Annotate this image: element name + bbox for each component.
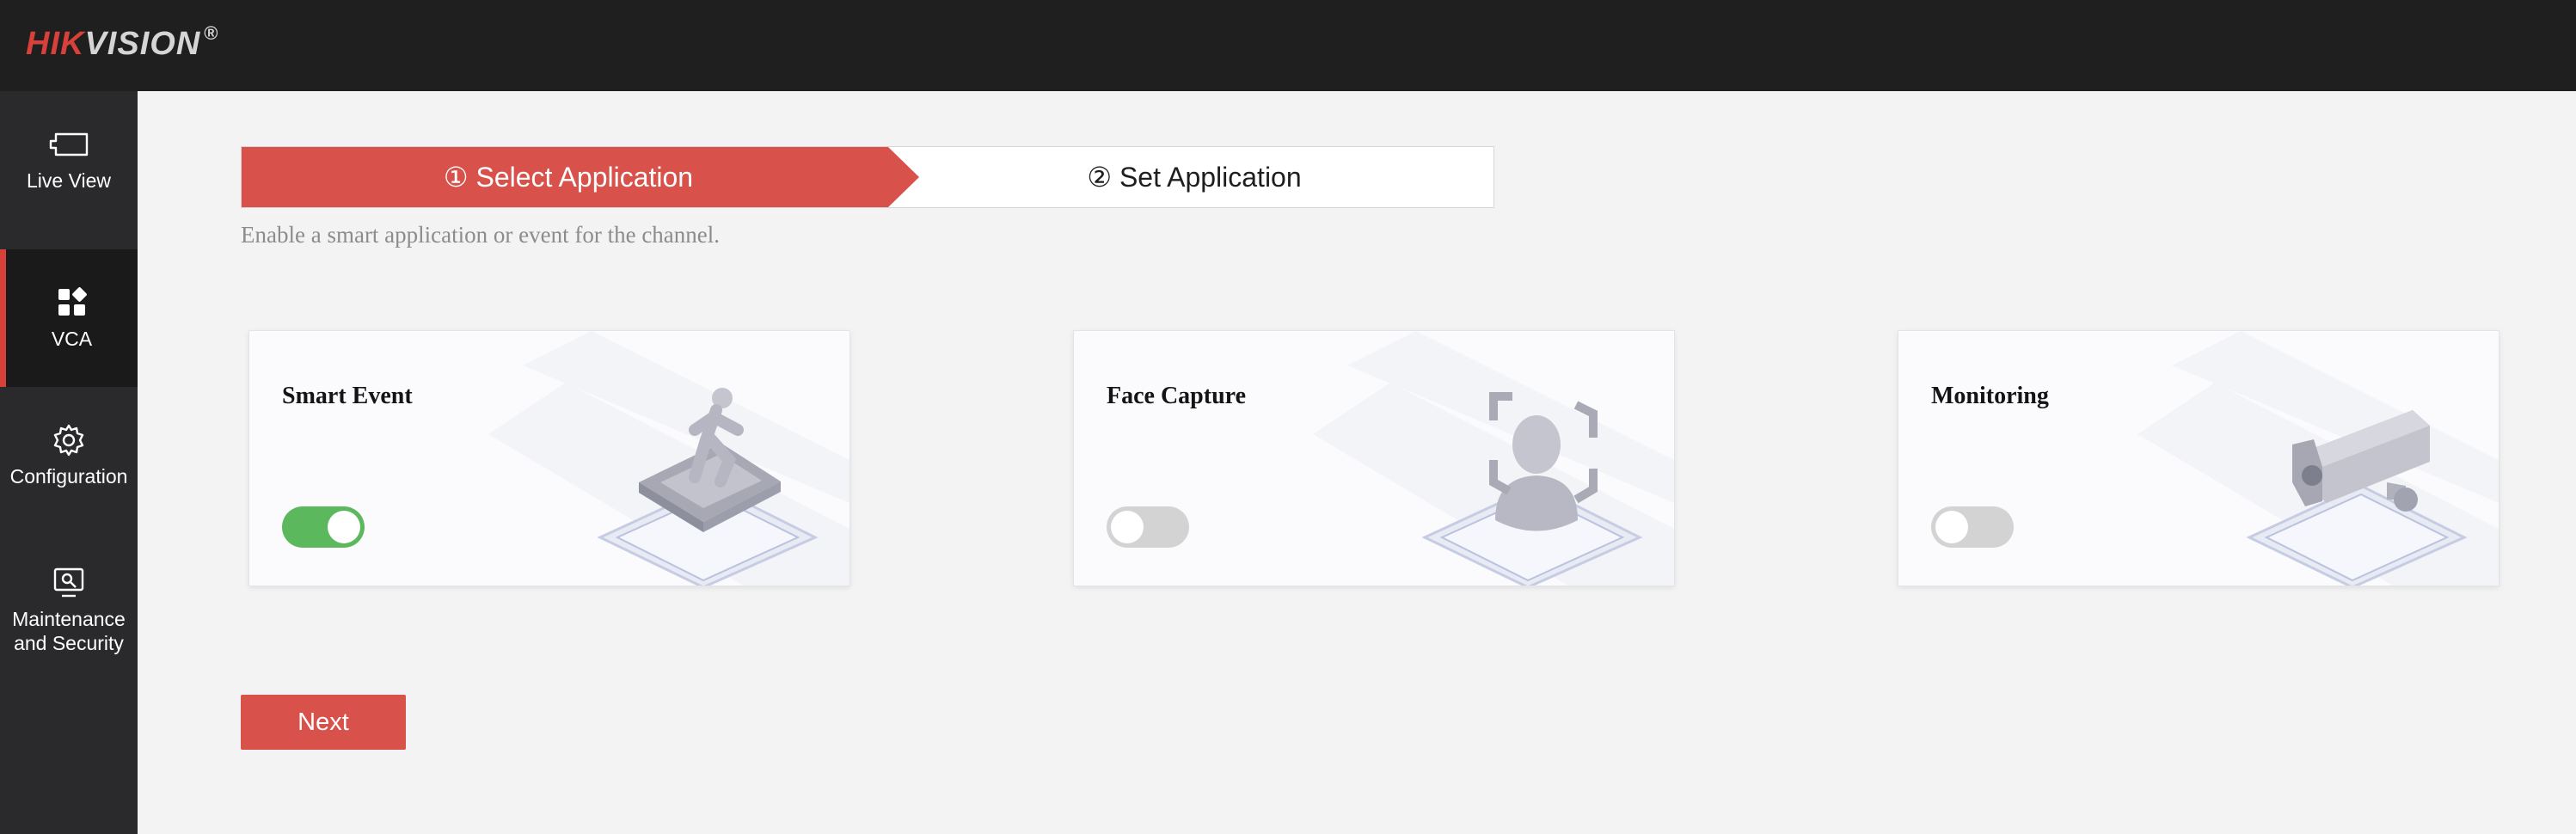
app-card-face-capture: Face Capture	[1073, 330, 1675, 586]
face-capture-toggle[interactable]	[1107, 506, 1189, 548]
toggle-knob	[328, 511, 360, 543]
logo-vision-text: VISION	[84, 26, 201, 62]
toggle-knob	[1935, 511, 1968, 543]
maintenance-icon	[46, 566, 91, 600]
camera-icon	[2137, 331, 2499, 586]
top-bar: HIK VISION ®	[0, 0, 2576, 91]
card-title: Face Capture	[1107, 383, 1246, 409]
step-1-label: ① Select Application	[443, 162, 694, 193]
instruction-text: Enable a smart application or event for …	[241, 222, 721, 248]
step-select-application[interactable]: ① Select Application	[242, 147, 919, 207]
sidebar-item-maintenance[interactable]: Maintenance and Security	[0, 533, 138, 688]
monitoring-toggle[interactable]	[1931, 506, 2014, 548]
card-title: Monitoring	[1931, 383, 2049, 409]
sidebar-item-label: VCA	[51, 328, 93, 350]
sidebar-item-vca[interactable]: VCA	[0, 249, 138, 387]
card-title: Smart Event	[282, 383, 413, 409]
sidebar-item-label: Live View	[26, 169, 112, 192]
sidebar: Live View VCA Configuration Maintenance …	[0, 91, 138, 834]
wizard-steps: ① Select Application ② Set Application	[241, 146, 1494, 208]
face-scan-icon	[1313, 331, 1674, 586]
step-2-label: ② Set Application	[1087, 162, 1302, 193]
smart-event-toggle[interactable]	[282, 506, 365, 548]
logo-hik-text: HIK	[26, 26, 85, 62]
walking-person-icon	[488, 331, 849, 586]
monitor-icon	[46, 127, 91, 162]
toggle-knob	[1111, 511, 1144, 543]
app-card-monitoring: Monitoring	[1898, 330, 2499, 586]
app-card-smart-event: Smart Event	[248, 330, 850, 586]
apps-grid-icon	[50, 285, 95, 320]
logo-registered-mark: ®	[204, 22, 219, 44]
hikvision-logo[interactable]: HIK VISION ®	[26, 22, 218, 65]
sidebar-item-live-view[interactable]: Live View	[0, 91, 138, 229]
sidebar-item-label: Configuration	[9, 465, 128, 488]
gear-icon	[46, 423, 91, 457]
step-set-application[interactable]: ② Set Application	[895, 147, 1493, 207]
next-button[interactable]: Next	[241, 695, 406, 750]
sidebar-item-label: Maintenance and Security	[12, 608, 126, 654]
sidebar-item-configuration[interactable]: Configuration	[0, 387, 138, 524]
